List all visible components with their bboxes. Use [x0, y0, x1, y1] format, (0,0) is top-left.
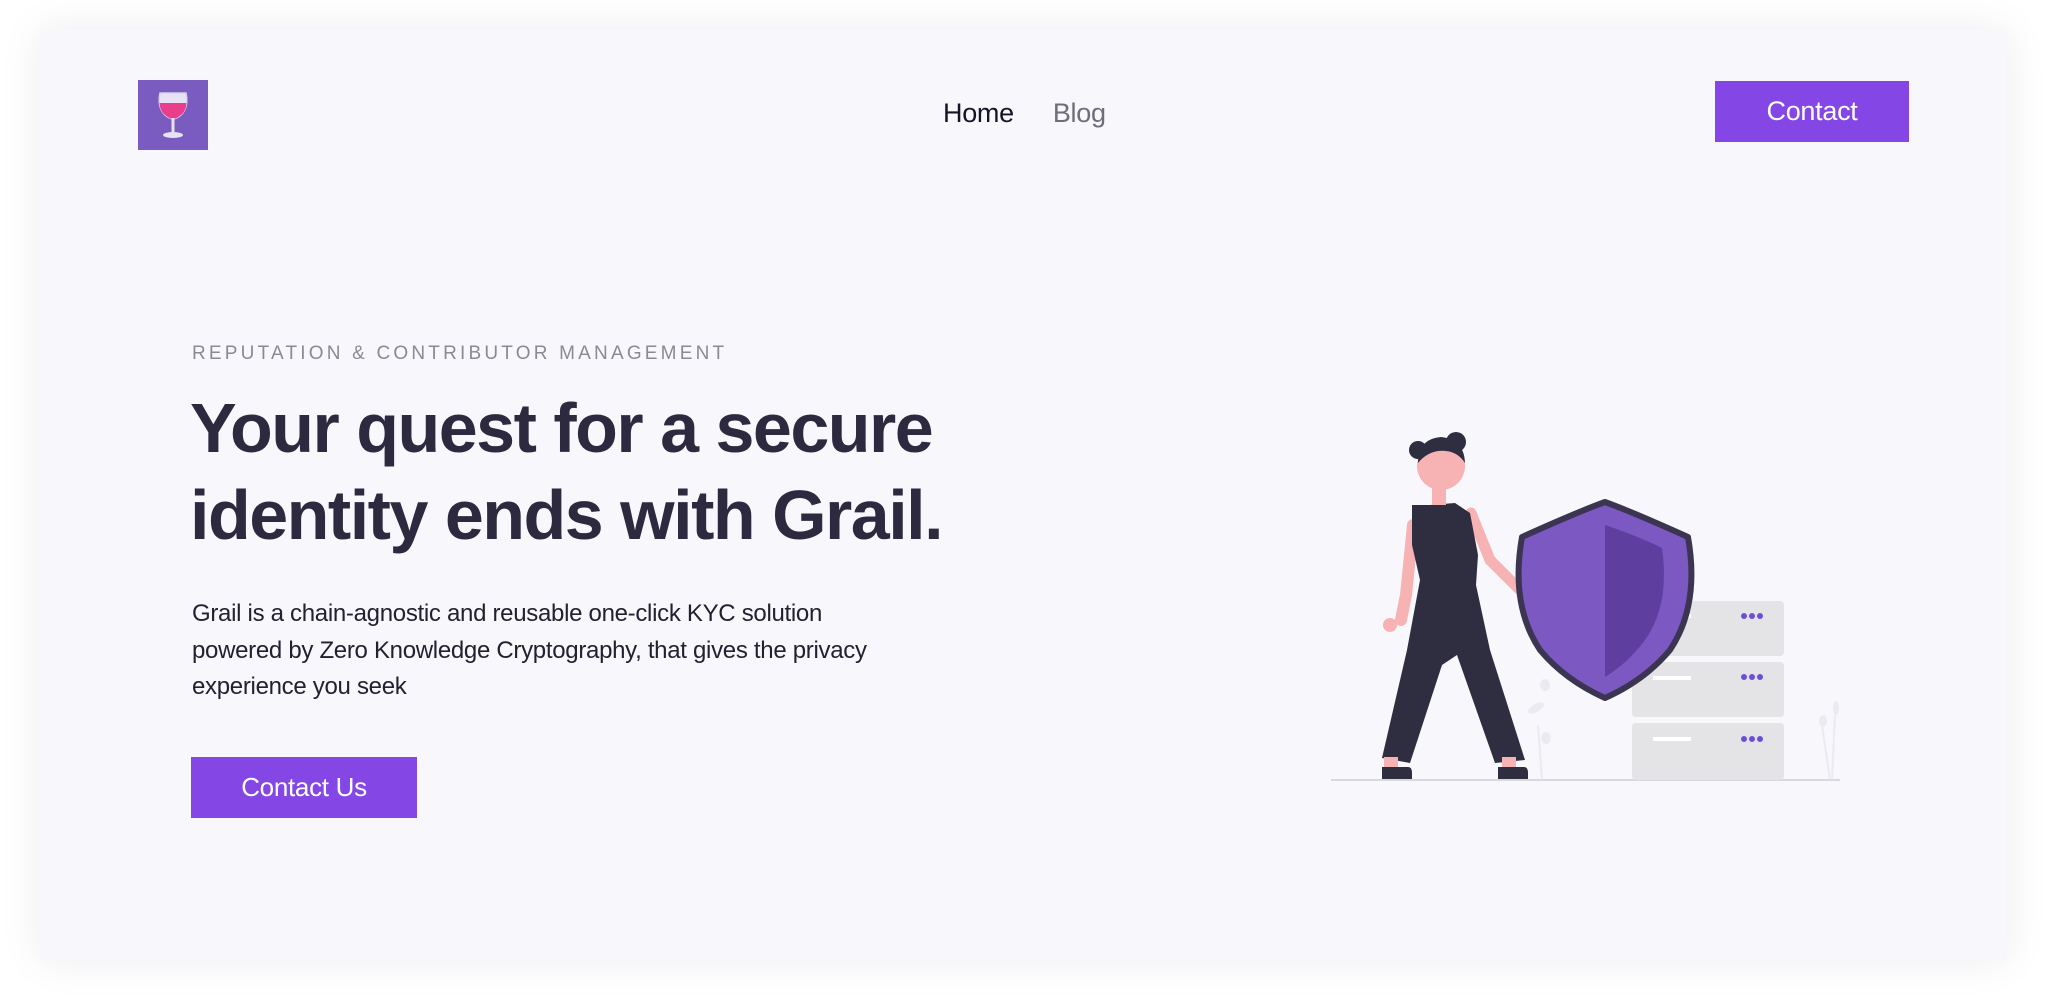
nav-home-link[interactable]: Home [943, 98, 1014, 129]
hero-description: Grail is a chain-agnostic and reusable o… [192, 596, 972, 706]
plant-right [1819, 701, 1839, 781]
main-nav: Home Blog [943, 98, 1106, 129]
wine-glass-icon [158, 92, 188, 138]
contact-us-button[interactable]: Contact Us [191, 757, 417, 818]
brand-logo[interactable] [138, 80, 208, 150]
woman-with-shield-illustration [1331, 432, 1840, 781]
description-line: experience you seek [192, 673, 407, 700]
hero-eyebrow: REPUTATION & CONTRIBUTOR MANAGEMENT [192, 343, 728, 364]
plant-left [1527, 679, 1551, 781]
woman-figure [1382, 432, 1536, 779]
nav-blog-link[interactable]: Blog [1053, 98, 1106, 129]
headline-line: identity ends with Grail. [190, 476, 944, 554]
contact-button[interactable]: Contact [1715, 81, 1909, 142]
headline-line: Your quest for a secure [190, 389, 934, 467]
page-frame: Home Blog Contact REPUTATION & CONTRIBUT… [40, 30, 2007, 960]
description-line: Grail is a chain-agnostic and reusable o… [192, 600, 823, 627]
hero-headline: Your quest for a secure identity ends wi… [190, 385, 1010, 559]
description-line: powered by Zero Knowledge Cryptography, … [192, 636, 867, 664]
